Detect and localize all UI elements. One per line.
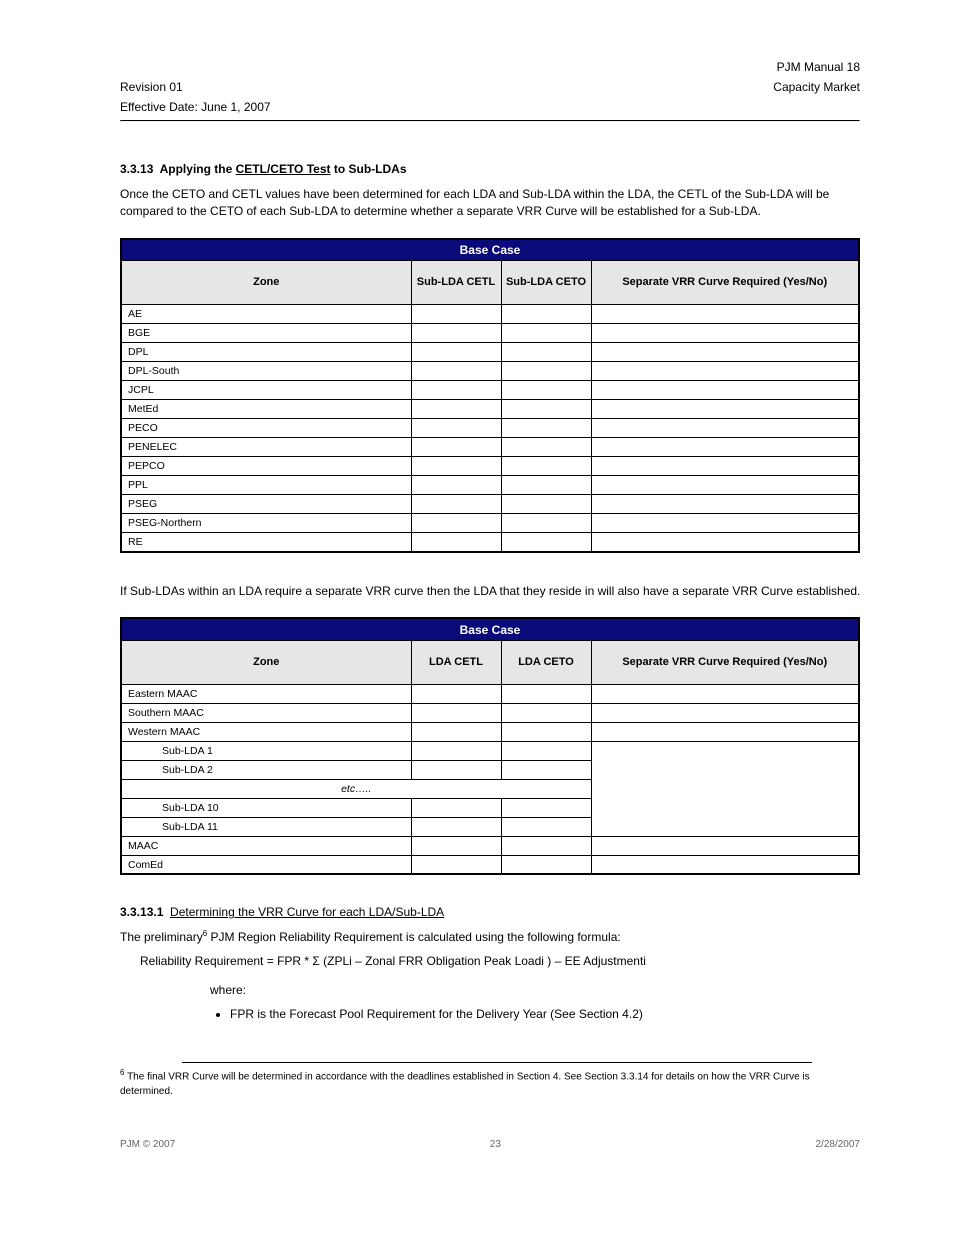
table-1-title: Base Case: [121, 239, 859, 261]
table-row: Southern MAAC: [121, 703, 859, 722]
t2-h-zone: Zone: [121, 640, 411, 684]
page-footer: PJM © 2007 23 2/28/2007: [120, 1139, 860, 1150]
t2-h-ceto: LDA CETO: [501, 640, 591, 684]
table-row: Sub-LDA 1: [121, 741, 859, 760]
table-row: MAAC: [121, 836, 859, 855]
formula-where: where: FPR is the Forecast Pool Requirem…: [210, 978, 874, 1026]
table-1: Base Case Zone Sub-LDA CETL Sub-LDA CETO…: [120, 238, 860, 553]
t1-h-cetl: Sub-LDA CETL: [411, 261, 501, 305]
footer-right: 2/28/2007: [815, 1139, 860, 1150]
table-row: PSEG-Northern: [121, 514, 859, 533]
t1-h-ceto: Sub-LDA CETO: [501, 261, 591, 305]
formula: Reliability Requirement = FPR * Σ (ZPLi …: [140, 954, 874, 968]
header-right: PJM Manual 18: [777, 60, 860, 74]
table-row: PEPCO: [121, 457, 859, 476]
subsection-heading: 3.3.13.1 Determining the VRR Curve for e…: [120, 905, 874, 919]
table-2: Base Case Zone LDA CETL LDA CETO Separat…: [120, 617, 860, 875]
date-left: Effective Date: June 1, 2007: [120, 100, 271, 114]
t1-h-vrr: Separate VRR Curve Required (Yes/No): [591, 261, 859, 305]
paragraph-1: Once the CETO and CETL values have been …: [120, 186, 874, 220]
header-rule: [120, 120, 860, 122]
table-2-title: Base Case: [121, 618, 859, 640]
table-row: PPL: [121, 476, 859, 495]
table-row: Eastern MAAC: [121, 684, 859, 703]
doc-subheader: Revision 01 Capacity Market: [120, 80, 860, 94]
table-row: DPL: [121, 343, 859, 362]
footer-left: PJM © 2007: [120, 1139, 175, 1150]
section-heading: 3.3.13 Applying the CETL/CETO Test to Su…: [120, 162, 874, 176]
subheader-left: Revision 01: [120, 80, 183, 94]
t2-h-vrr: Separate VRR Curve Required (Yes/No): [591, 640, 859, 684]
table-row: AE: [121, 305, 859, 324]
footnote-rule: [182, 1062, 812, 1063]
table-row: JCPL: [121, 381, 859, 400]
table-row: BGE: [121, 324, 859, 343]
doc-date: Effective Date: June 1, 2007: [120, 100, 860, 114]
table-row: PENELEC: [121, 438, 859, 457]
footnote: 6 The final VRR Curve will be determined…: [120, 1067, 860, 1098]
t1-h-zone: Zone: [121, 261, 411, 305]
table-row: Western MAAC: [121, 722, 859, 741]
formula-intro: The preliminary6 PJM Region Reliability …: [120, 929, 874, 944]
table-row: PSEG: [121, 495, 859, 514]
t2-h-cetl: LDA CETL: [411, 640, 501, 684]
footer-center: 23: [490, 1139, 501, 1150]
table-row: RE: [121, 533, 859, 552]
table-row: DPL-South: [121, 362, 859, 381]
table-1-wrap: Base Case Zone Sub-LDA CETL Sub-LDA CETO…: [120, 238, 874, 553]
table-row: PECO: [121, 419, 859, 438]
subheader-right: Capacity Market: [773, 80, 860, 94]
paragraph-2: If Sub-LDAs within an LDA require a sepa…: [120, 583, 874, 600]
table-2-wrap: Base Case Zone LDA CETL LDA CETO Separat…: [120, 617, 874, 875]
table-row: ComEd: [121, 855, 859, 874]
doc-header: PJM Manual 18: [120, 60, 860, 74]
table-row: MetEd: [121, 400, 859, 419]
